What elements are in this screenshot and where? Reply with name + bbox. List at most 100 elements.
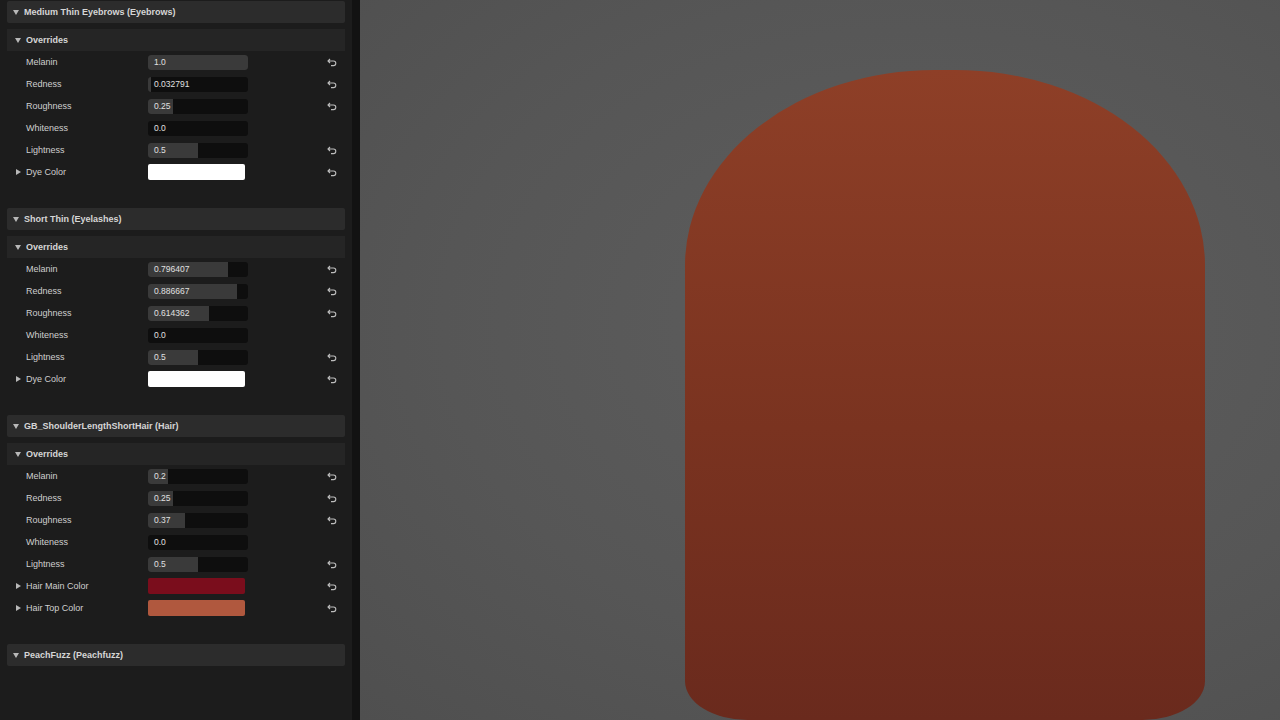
property-row: Melanin0.796407 [7, 258, 345, 280]
property-row: Melanin0.2 [7, 465, 345, 487]
property-label: Whiteness [26, 537, 148, 547]
expand-arrow-icon[interactable] [13, 10, 19, 15]
color-swatch[interactable] [148, 600, 245, 616]
property-row: Lightness0.5 [7, 553, 345, 575]
property-label: Melanin [26, 471, 148, 481]
reset-arrow-icon[interactable] [327, 264, 337, 274]
property-row: Redness0.25 [7, 487, 345, 509]
property-row: Lightness0.5 [7, 346, 345, 368]
property-label: Roughness [26, 308, 148, 318]
property-label: Dye Color [26, 374, 148, 384]
number-slider[interactable]: 0.2 [148, 469, 248, 484]
expand-arrow-icon[interactable] [15, 245, 21, 250]
reset-arrow-icon[interactable] [327, 167, 337, 177]
reset-arrow-icon[interactable] [327, 57, 337, 67]
color-swatch[interactable] [148, 578, 245, 594]
section-header[interactable]: Medium Thin Eyebrows (Eyebrows) [7, 1, 345, 23]
reset-arrow-icon[interactable] [327, 101, 337, 111]
color-swatch[interactable] [148, 371, 245, 387]
reset-arrow-icon[interactable] [327, 308, 337, 318]
section: Medium Thin Eyebrows (Eyebrows) Overrides… [7, 1, 345, 183]
reset-arrow-icon[interactable] [327, 581, 337, 591]
reset-arrow-icon[interactable] [327, 493, 337, 503]
reset-arrow-icon[interactable] [327, 559, 337, 569]
number-slider[interactable]: 0.886667 [148, 284, 248, 299]
number-slider[interactable]: 0.25 [148, 99, 248, 114]
reset-arrow-icon[interactable] [327, 603, 337, 613]
property-row: Dye Color [7, 368, 345, 390]
section-header[interactable]: Short Thin (Eyelashes) [7, 208, 345, 230]
number-slider[interactable]: 0.0 [148, 328, 248, 343]
number-slider[interactable]: 0.37 [148, 513, 248, 528]
number-slider[interactable]: 0.5 [148, 557, 248, 572]
reset-arrow-icon[interactable] [327, 471, 337, 481]
expand-arrow-icon[interactable] [15, 452, 21, 457]
property-row: Hair Top Color [7, 597, 345, 619]
expand-arrow-icon[interactable] [16, 376, 21, 382]
number-slider[interactable]: 0.796407 [148, 262, 248, 277]
property-label: Melanin [26, 264, 148, 274]
property-label: Roughness [26, 101, 148, 111]
section-header[interactable]: PeachFuzz (Peachfuzz) [7, 644, 345, 666]
property-label: Hair Main Color [26, 581, 148, 591]
expand-arrow-icon[interactable] [13, 653, 19, 658]
property-label: Lightness [26, 559, 148, 569]
number-slider[interactable]: 0.032791 [148, 77, 248, 92]
property-label: Redness [26, 493, 148, 503]
property-row: Redness0.032791 [7, 73, 345, 95]
property-row: Redness0.886667 [7, 280, 345, 302]
number-slider[interactable]: 0.614362 [148, 306, 248, 321]
panel-splitter[interactable] [352, 0, 360, 720]
reset-arrow-icon[interactable] [327, 145, 337, 155]
property-label: Whiteness [26, 123, 148, 133]
property-label: Dye Color [26, 167, 148, 177]
property-row: Roughness0.25 [7, 95, 345, 117]
section: Short Thin (Eyelashes)OverridesMelanin0.… [7, 208, 345, 390]
property-row: Roughness0.37 [7, 509, 345, 531]
property-label: Redness [26, 286, 148, 296]
reset-arrow-icon[interactable] [327, 374, 337, 384]
property-label: Redness [26, 79, 148, 89]
property-row: Whiteness0.0 [7, 324, 345, 346]
property-row: Whiteness0.0 [7, 117, 345, 139]
overrides-header[interactable]: Overrides [7, 443, 345, 465]
expand-arrow-icon[interactable] [16, 169, 21, 175]
property-label: Lightness [26, 145, 148, 155]
number-slider[interactable]: 0.0 [148, 121, 248, 136]
overrides-header[interactable]: Overrides [7, 236, 345, 258]
property-label: Melanin [26, 57, 148, 67]
reset-arrow-icon[interactable] [327, 352, 337, 362]
expand-arrow-icon[interactable] [15, 38, 21, 43]
reset-arrow-icon[interactable] [327, 79, 337, 89]
character-render [685, 70, 1205, 720]
reset-arrow-icon[interactable] [327, 515, 337, 525]
property-label: Roughness [26, 515, 148, 525]
overrides-header[interactable]: Overrides [7, 29, 345, 51]
section-header[interactable]: GB_ShoulderLengthShortHair (Hair) [7, 415, 345, 437]
expand-arrow-icon[interactable] [13, 424, 19, 429]
property-row: Roughness0.614362 [7, 302, 345, 324]
section: GB_ShoulderLengthShortHair (Hair) Overrid… [7, 415, 345, 619]
property-row: Dye Color [7, 161, 345, 183]
property-label: Hair Top Color [26, 603, 148, 613]
color-swatch[interactable] [148, 164, 245, 180]
number-slider[interactable]: 0.25 [148, 491, 248, 506]
property-row: Lightness0.5 [7, 139, 345, 161]
number-slider[interactable]: 0.5 [148, 350, 248, 365]
expand-arrow-icon[interactable] [13, 217, 19, 222]
property-row: Melanin1.0 [7, 51, 345, 73]
section: PeachFuzz (Peachfuzz) [7, 644, 345, 666]
metahuman-editor: Medium Thin Eyebrows (Eyebrows) Overrides… [0, 0, 1280, 720]
number-slider[interactable]: 1.0 [148, 55, 248, 70]
details-panel: Medium Thin Eyebrows (Eyebrows) Overrides… [0, 0, 352, 720]
viewport[interactable] [360, 0, 1280, 720]
property-row: Whiteness0.0 [7, 531, 345, 553]
number-slider[interactable]: 0.0 [148, 535, 248, 550]
expand-arrow-icon[interactable] [16, 583, 21, 589]
slider-fill [148, 77, 151, 92]
reset-arrow-icon[interactable] [327, 286, 337, 296]
property-row: Hair Main Color [7, 575, 345, 597]
expand-arrow-icon[interactable] [16, 605, 21, 611]
property-label: Lightness [26, 352, 148, 362]
number-slider[interactable]: 0.5 [148, 143, 248, 158]
